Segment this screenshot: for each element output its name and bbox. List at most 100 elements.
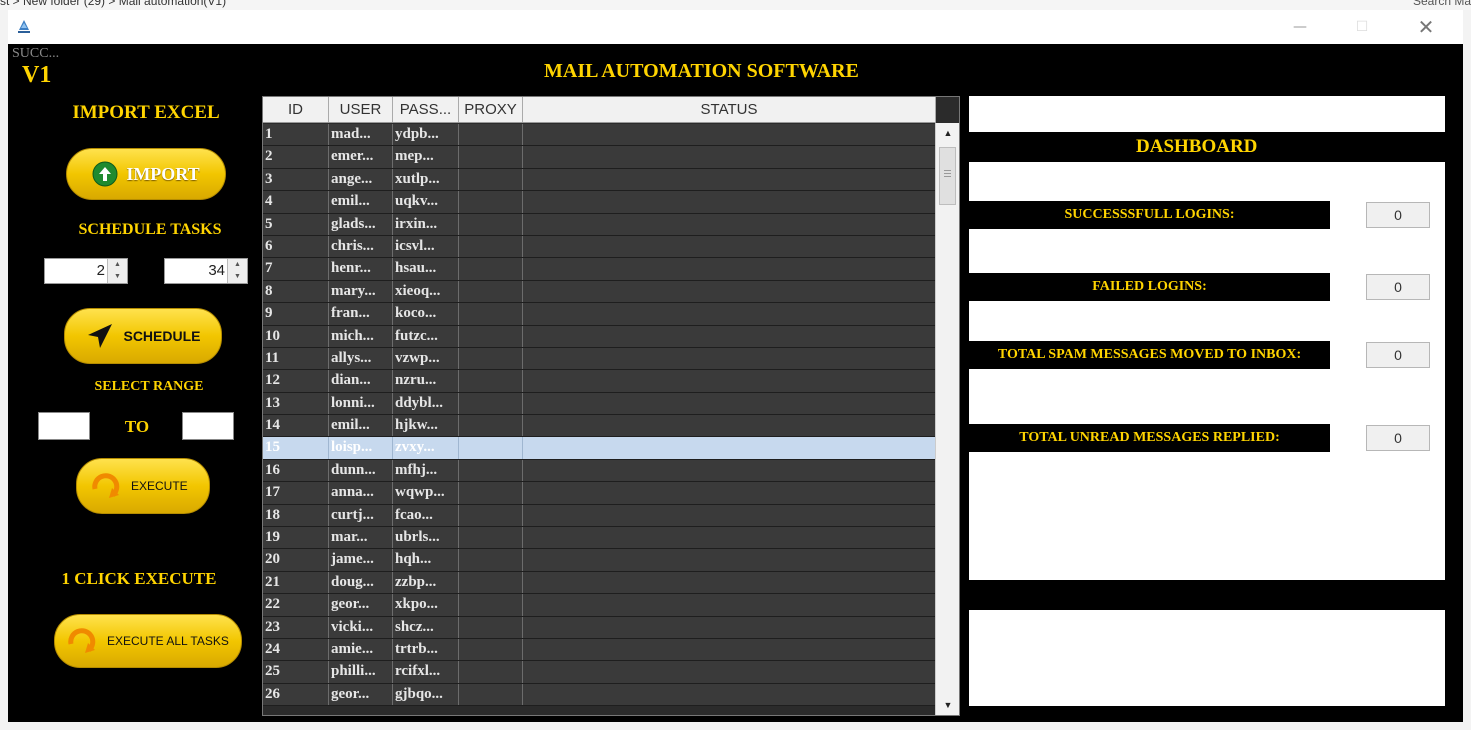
cell-user[interactable]: loisp... — [329, 437, 393, 459]
table-row[interactable]: 9 fran... koco... — [263, 303, 936, 326]
cell-id[interactable]: 11 — [263, 347, 329, 370]
spinner-up-icon[interactable]: ▲ — [228, 259, 247, 271]
cell-pass[interactable]: hsau... — [393, 258, 459, 280]
cell-pass[interactable]: zzbp... — [393, 571, 459, 594]
cell-status[interactable] — [523, 325, 936, 347]
cell-id[interactable]: 22 — [263, 594, 329, 616]
cell-pass[interactable]: vzwp... — [393, 347, 459, 370]
table-row[interactable]: 18 curtj... fcao... — [263, 504, 936, 528]
scroll-thumb[interactable] — [939, 147, 956, 205]
cell-status[interactable] — [523, 571, 936, 594]
cell-proxy[interactable] — [459, 370, 523, 392]
cell-id[interactable]: 15 — [263, 437, 329, 459]
cell-status[interactable] — [523, 638, 936, 661]
cell-pass[interactable]: hjkw... — [393, 415, 459, 437]
table-row[interactable]: 14 emil... hjkw... — [263, 415, 936, 438]
cell-proxy[interactable] — [459, 191, 523, 213]
table-row[interactable]: 12 dian... nzru... — [263, 370, 936, 393]
table-row[interactable]: 23 vicki... shcz... — [263, 616, 936, 639]
schedule-button[interactable]: SCHEDULE — [64, 308, 222, 364]
cell-proxy[interactable] — [459, 594, 523, 616]
cell-status[interactable] — [523, 527, 936, 549]
cell-status[interactable] — [523, 258, 936, 280]
cell-pass[interactable]: nzru... — [393, 370, 459, 392]
table-row[interactable]: 6 chris... icsvl... — [263, 235, 936, 259]
range-to-input[interactable] — [182, 412, 234, 440]
cell-proxy[interactable] — [459, 616, 523, 638]
table-row[interactable]: 8 mary... xieoq... — [263, 280, 936, 304]
table-row[interactable]: 17 anna... wqwp... — [263, 482, 936, 505]
table-row[interactable]: 10 mich... futzc... — [263, 325, 936, 348]
cell-pass[interactable]: trtrb... — [393, 638, 459, 661]
cell-id[interactable]: 6 — [263, 235, 329, 258]
cell-proxy[interactable] — [459, 347, 523, 370]
cell-pass[interactable]: gjbqo... — [393, 683, 459, 706]
cell-proxy[interactable] — [459, 638, 523, 661]
column-header-pass[interactable]: PASS... — [393, 97, 459, 122]
cell-id[interactable]: 1 — [263, 124, 329, 146]
cell-proxy[interactable] — [459, 168, 523, 191]
cell-user[interactable]: dian... — [329, 370, 393, 392]
cell-user[interactable]: emil... — [329, 191, 393, 213]
explorer-path[interactable]: st > New folder (29) > Mail automation(V… — [0, 0, 226, 8]
cell-id[interactable]: 9 — [263, 303, 329, 325]
cell-pass[interactable]: xutlp... — [393, 168, 459, 191]
cell-proxy[interactable] — [459, 213, 523, 235]
scroll-up-icon[interactable]: ▲ — [936, 123, 959, 143]
column-header-proxy[interactable]: PROXY — [459, 97, 523, 122]
cell-proxy[interactable] — [459, 258, 523, 280]
cell-pass[interactable]: shcz... — [393, 616, 459, 638]
cell-proxy[interactable] — [459, 146, 523, 168]
hour-spinner[interactable]: 2 ▲ ▼ — [44, 258, 128, 284]
cell-status[interactable] — [523, 437, 936, 459]
cell-status[interactable] — [523, 347, 936, 370]
cell-user[interactable]: chris... — [329, 235, 393, 258]
cell-status[interactable] — [523, 146, 936, 168]
cell-user[interactable]: emil... — [329, 415, 393, 437]
cell-id[interactable]: 17 — [263, 482, 329, 504]
cell-status[interactable] — [523, 459, 936, 482]
cell-user[interactable]: henr... — [329, 258, 393, 280]
cell-id[interactable]: 26 — [263, 683, 329, 706]
cell-status[interactable] — [523, 392, 936, 415]
cell-id[interactable]: 18 — [263, 504, 329, 527]
cell-user[interactable]: emer... — [329, 146, 393, 168]
cell-pass[interactable]: uqkv... — [393, 191, 459, 213]
cell-proxy[interactable] — [459, 280, 523, 303]
cell-id[interactable]: 8 — [263, 280, 329, 303]
cell-id[interactable]: 2 — [263, 146, 329, 168]
cell-user[interactable]: mad... — [329, 124, 393, 146]
cell-proxy[interactable] — [459, 124, 523, 146]
cell-proxy[interactable] — [459, 661, 523, 683]
cell-pass[interactable]: icsvl... — [393, 235, 459, 258]
cell-id[interactable]: 21 — [263, 571, 329, 594]
cell-pass[interactable]: futzc... — [393, 325, 459, 347]
cell-pass[interactable]: xkpo... — [393, 594, 459, 616]
cell-status[interactable] — [523, 124, 936, 146]
cell-proxy[interactable] — [459, 303, 523, 325]
maximize-button[interactable]: ☐ — [1339, 14, 1385, 40]
cell-user[interactable]: amie... — [329, 638, 393, 661]
cell-proxy[interactable] — [459, 437, 523, 459]
cell-id[interactable]: 4 — [263, 191, 329, 213]
column-header-user[interactable]: USER — [329, 97, 393, 122]
cell-status[interactable] — [523, 303, 936, 325]
cell-user[interactable]: allys... — [329, 347, 393, 370]
cell-user[interactable]: dunn... — [329, 459, 393, 482]
cell-user[interactable]: vicki... — [329, 616, 393, 638]
table-row[interactable]: 16 dunn... mfhj... — [263, 459, 936, 483]
table-row[interactable]: 20 jame... hqh... — [263, 549, 936, 572]
cell-pass[interactable]: xieoq... — [393, 280, 459, 303]
cell-user[interactable]: mich... — [329, 325, 393, 347]
cell-status[interactable] — [523, 661, 936, 683]
cell-id[interactable]: 12 — [263, 370, 329, 392]
table-row[interactable]: 1 mad... ydpb... — [263, 124, 936, 147]
cell-user[interactable]: mary... — [329, 280, 393, 303]
cell-user[interactable]: mar... — [329, 527, 393, 549]
cell-id[interactable]: 5 — [263, 213, 329, 235]
cell-proxy[interactable] — [459, 549, 523, 571]
close-button[interactable]: ✕ — [1403, 14, 1449, 40]
cell-proxy[interactable] — [459, 683, 523, 706]
table-row[interactable]: 3 ange... xutlp... — [263, 168, 936, 192]
cell-status[interactable] — [523, 683, 936, 706]
